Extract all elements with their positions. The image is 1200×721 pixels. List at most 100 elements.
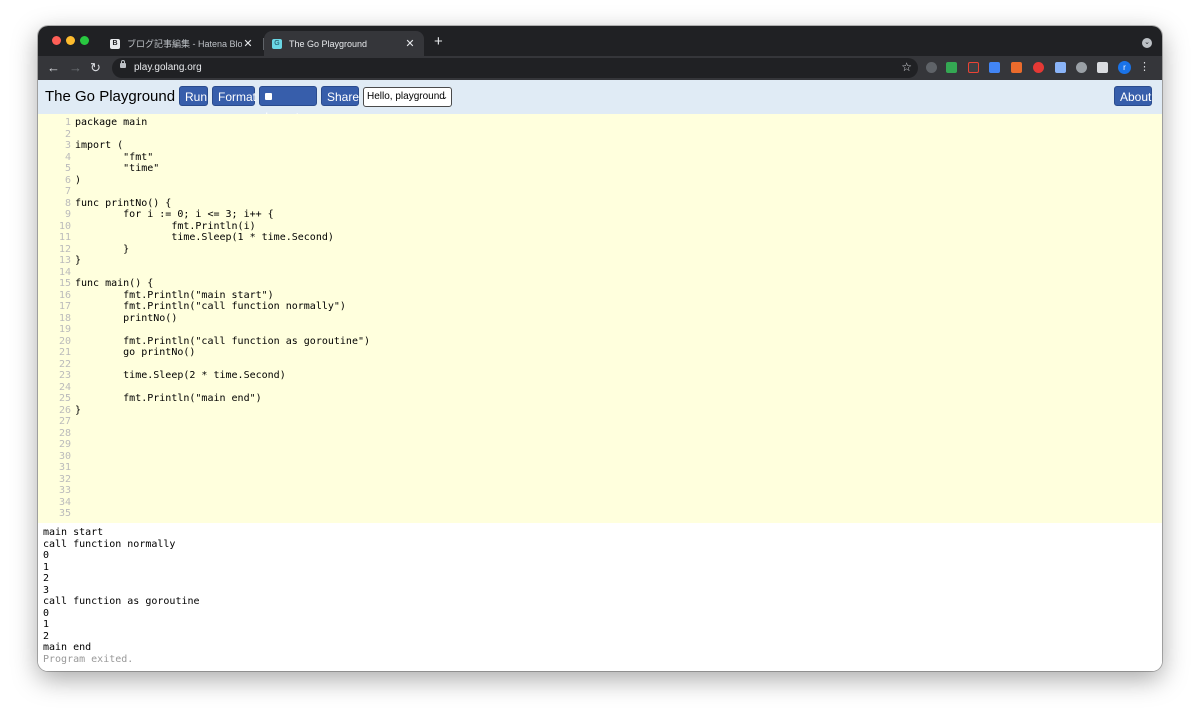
forward-arrow-icon[interactable]: → <box>69 60 82 76</box>
code-line[interactable]: 9 for i := 0; i <= 3; i++ { <box>38 209 1162 221</box>
code-text[interactable]: ) <box>75 175 81 187</box>
tab-search-icon[interactable]: ⌄ <box>1142 38 1152 48</box>
code-text[interactable]: } <box>75 244 129 256</box>
extension-check-icon[interactable] <box>946 62 957 73</box>
code-text[interactable]: printNo() <box>75 313 177 325</box>
imports-checkbox[interactable] <box>265 93 272 100</box>
code-line[interactable]: 27 <box>38 416 1162 428</box>
code-text[interactable]: time.Sleep(2 * time.Second) <box>75 370 286 382</box>
code-line[interactable]: 31 <box>38 462 1162 474</box>
extension-translate-icon[interactable] <box>989 62 1000 73</box>
code-text[interactable]: } <box>75 405 81 417</box>
tab-strip: B ブログ記事編集 - Hatena Blog ✕ G The Go Playg… <box>38 26 1162 56</box>
code-text[interactable]: "fmt" <box>75 152 153 164</box>
code-line[interactable]: 26} <box>38 405 1162 417</box>
code-line[interactable]: 32 <box>38 474 1162 486</box>
code-line[interactable]: 23 time.Sleep(2 * time.Second) <box>38 370 1162 382</box>
code-line[interactable]: 29 <box>38 439 1162 451</box>
code-line[interactable]: 12 } <box>38 244 1162 256</box>
code-line[interactable]: 20 fmt.Println("call function as gorouti… <box>38 336 1162 348</box>
maximize-window-button[interactable] <box>80 36 89 45</box>
code-line[interactable]: 24 <box>38 382 1162 394</box>
code-line[interactable]: 4 "fmt" <box>38 152 1162 164</box>
bookmark-star-icon[interactable]: ☆ <box>901 60 912 74</box>
code-line[interactable]: 35 <box>38 508 1162 520</box>
line-number: 6 <box>64 174 71 186</box>
format-button[interactable]: Format <box>212 86 256 106</box>
minimize-window-button[interactable] <box>66 36 75 45</box>
code-line[interactable]: 8 func printNo() { <box>38 198 1162 210</box>
code-line[interactable]: 25 fmt.Println("main end") <box>38 393 1162 405</box>
code-text[interactable]: package main <box>75 117 147 129</box>
code-line[interactable]: 16 fmt.Println("main start") <box>38 290 1162 302</box>
line-number: 17 <box>58 301 71 312</box>
code-text[interactable]: fmt.Println(i) <box>75 221 255 233</box>
code-text[interactable]: fmt.Println("main start") <box>75 290 274 302</box>
code-text[interactable]: fmt.Println("call function normally") <box>75 301 346 313</box>
output-line: main end <box>43 642 92 653</box>
profile-avatar[interactable]: r <box>1118 61 1131 74</box>
code-text[interactable]: "time" <box>75 163 159 175</box>
extension-x-icon[interactable] <box>968 62 979 73</box>
example-select[interactable]: Hello, playground ⌄ <box>363 87 452 107</box>
code-line[interactable]: 7 <box>38 186 1162 198</box>
extension-orange-icon[interactable] <box>1011 62 1022 73</box>
code-line[interactable]: 30 <box>38 451 1162 463</box>
line-number: 4 <box>64 151 71 163</box>
back-arrow-icon[interactable]: ← <box>47 60 60 76</box>
code-line[interactable]: 19 <box>38 324 1162 336</box>
address-bar[interactable]: play.golang.org ☆ <box>112 58 918 78</box>
tab-close-icon[interactable]: ✕ <box>404 37 416 50</box>
extension-gray-icon[interactable] <box>926 62 937 73</box>
tab-go-playground[interactable]: G The Go Playground ✕ <box>264 31 424 56</box>
imports-toggle[interactable]: Imports <box>259 86 317 124</box>
code-line[interactable]: 3 import ( <box>38 140 1162 152</box>
output-status: Program exited. <box>43 653 134 665</box>
output-line: call function as goroutine <box>43 596 200 607</box>
code-line[interactable]: 11 time.Sleep(1 * time.Second) <box>38 232 1162 244</box>
code-line[interactable]: 14 <box>38 267 1162 279</box>
extensions-puzzle-icon[interactable] <box>1097 62 1108 73</box>
code-text[interactable]: fmt.Println("call function as goroutine"… <box>75 336 370 348</box>
code-line[interactable]: 15 func main() { <box>38 278 1162 290</box>
close-window-button[interactable] <box>52 36 61 45</box>
code-line[interactable]: 22 <box>38 359 1162 371</box>
extension-red-icon[interactable] <box>1033 62 1044 73</box>
code-line[interactable]: 2 <box>38 129 1162 141</box>
code-text[interactable]: time.Sleep(1 * time.Second) <box>75 232 334 244</box>
code-line[interactable]: 17 fmt.Println("call function normally") <box>38 301 1162 313</box>
code-text[interactable]: go printNo() <box>75 347 195 359</box>
line-number: 14 <box>58 266 71 278</box>
code-editor[interactable]: 1 package main 2 3 import (4 "fmt" 5 "time" 6)… <box>38 114 1162 523</box>
code-text[interactable]: } <box>75 255 81 267</box>
code-text[interactable]: import ( <box>75 140 123 152</box>
more-menu-icon[interactable]: ⋮ <box>1139 61 1150 73</box>
tab-hatena-blog[interactable]: B ブログ記事編集 - Hatena Blog ✕ <box>102 31 262 56</box>
code-line[interactable]: 1 package main <box>38 117 1162 129</box>
code-line[interactable]: 21 go printNo() <box>38 347 1162 359</box>
share-button[interactable]: Share <box>321 86 359 106</box>
extension-moon-icon[interactable] <box>1076 62 1087 73</box>
code-text[interactable]: func printNo() { <box>75 198 171 210</box>
line-number: 15 <box>58 278 71 289</box>
reload-icon[interactable]: ↻ <box>90 60 101 76</box>
code-line[interactable]: 34 <box>38 497 1162 509</box>
code-line[interactable]: 33 <box>38 485 1162 497</box>
new-tab-icon[interactable]: + <box>434 34 443 49</box>
code-line[interactable]: 18 printNo() <box>38 313 1162 325</box>
code-text[interactable]: fmt.Println("main end") <box>75 393 261 405</box>
code-text[interactable]: for i := 0; i <= 3; i++ { <box>75 209 274 221</box>
browser-window: B ブログ記事編集 - Hatena Blog ✕ G The Go Playg… <box>38 26 1162 671</box>
line-number: 18 <box>58 312 71 324</box>
run-button[interactable]: Run <box>179 86 208 106</box>
code-line[interactable]: 5 "time" <box>38 163 1162 175</box>
code-line[interactable]: 6) <box>38 175 1162 187</box>
extension-blue-icon[interactable] <box>1055 62 1066 73</box>
about-button[interactable]: About <box>1114 86 1152 106</box>
code-line[interactable]: 28 <box>38 428 1162 440</box>
code-line[interactable]: 10 fmt.Println(i) <box>38 221 1162 233</box>
tab-close-icon[interactable]: ✕ <box>242 37 254 50</box>
code-line[interactable]: 13} <box>38 255 1162 267</box>
url-text[interactable]: play.golang.org <box>134 62 202 73</box>
code-text[interactable]: func main() { <box>75 278 153 290</box>
